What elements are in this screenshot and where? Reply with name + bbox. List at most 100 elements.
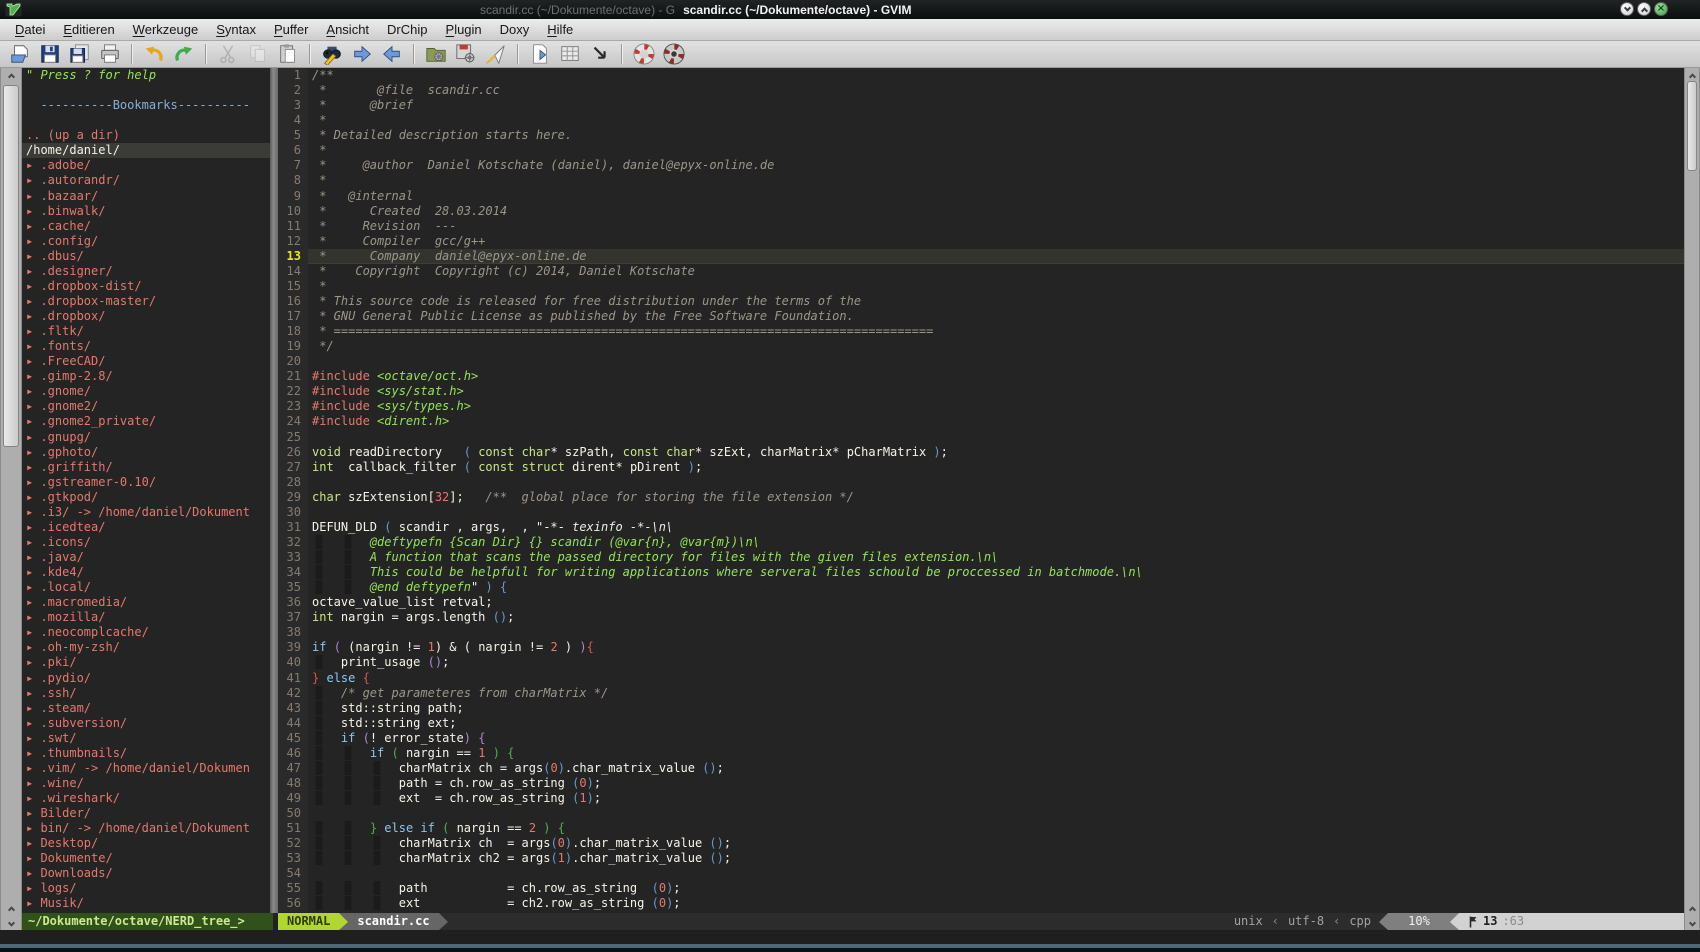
code-line[interactable]: 48 path = ch.row_as_string (0);	[278, 776, 1684, 791]
tree-item[interactable]: ▸ .thumbnails/	[22, 746, 270, 761]
code-line[interactable]: 21#include <octave/oct.h>	[278, 369, 1684, 384]
tree-item[interactable]: ▸ .gphoto/	[22, 445, 270, 460]
code-line[interactable]: 46 if ( nargin == 1 ) {	[278, 746, 1684, 761]
tree-item[interactable]: ▸ .neocomplcache/	[22, 625, 270, 640]
code-line[interactable]: 6 *	[278, 143, 1684, 158]
maximize-button[interactable]	[1637, 2, 1651, 16]
code-line[interactable]: 37int nargin = args.length ();	[278, 610, 1684, 625]
menu-puffer[interactable]: Puffer	[265, 20, 317, 39]
tree-item[interactable]: ▸ .gnome/	[22, 384, 270, 399]
code-line[interactable]: 47 charMatrix ch = args(0).char_matrix_v…	[278, 761, 1684, 776]
code-line[interactable]: 1/**	[278, 68, 1684, 83]
tree-item[interactable]: ▸ .fltk/	[22, 324, 270, 339]
find-prev-button[interactable]	[380, 42, 404, 66]
window-split-separator[interactable]	[270, 68, 278, 913]
menu-editieren[interactable]: Editieren	[54, 20, 123, 39]
tree-item[interactable]: ▸ .vim/ -> /home/daniel/Dokumen	[22, 761, 270, 776]
paste-button[interactable]	[276, 42, 300, 66]
copy-button[interactable]	[246, 42, 270, 66]
code-line[interactable]: 40 print_usage ();	[278, 655, 1684, 670]
tree-item[interactable]: ▸ .config/	[22, 234, 270, 249]
code-line[interactable]: 39if ( (nargin != 1) & ( nargin != 2 ) )…	[278, 640, 1684, 655]
tree-item[interactable]: ▸ Dokumente/	[22, 851, 270, 866]
tree-item[interactable]: ▸ .gstreamer-0.10/	[22, 475, 270, 490]
cut-button[interactable]	[216, 42, 240, 66]
tree-item[interactable]: ▸ Downloads/	[22, 866, 270, 881]
code-line[interactable]: 26void readDirectory ( const char* szPat…	[278, 445, 1684, 460]
editor-scrollbar-thumb[interactable]	[1687, 81, 1697, 171]
command-line[interactable]	[0, 930, 1700, 944]
code-line[interactable]: 31DEFUN_DLD ( scandir , args, , "-*- tex…	[278, 520, 1684, 535]
tree-item[interactable]: ▸ Bilder/	[22, 806, 270, 821]
code-line[interactable]: 44 std::string ext;	[278, 716, 1684, 731]
code-line[interactable]: 38	[278, 625, 1684, 640]
tree-item[interactable]: ▸ .pki/	[22, 655, 270, 670]
nerdtree-panel[interactable]: " Press ? for help ----------Bookmarks--…	[22, 68, 270, 913]
tree-item[interactable]: ▸ .designer/	[22, 264, 270, 279]
code-line[interactable]: 19 */	[278, 339, 1684, 354]
code-line[interactable]: 33 A function that scans the passed dire…	[278, 550, 1684, 565]
build-tags-button[interactable]	[558, 42, 582, 66]
open-button[interactable]	[8, 42, 32, 66]
code-line[interactable]: 42 /* get parameteres from charMatrix */	[278, 686, 1684, 701]
tree-item[interactable]: ▸ logs/	[22, 881, 270, 896]
find-next-button[interactable]	[350, 42, 374, 66]
save-button[interactable]	[38, 42, 62, 66]
code-line[interactable]: 41} else {	[278, 671, 1684, 686]
code-line[interactable]: 53 charMatrix ch2 = args(1).char_matrix_…	[278, 851, 1684, 866]
tree-updir-line[interactable]: .. (up a dir)	[22, 128, 270, 143]
code-line[interactable]: 51 } else if ( nargin == 2 ) {	[278, 821, 1684, 836]
tree-item[interactable]: ▸ .cache/	[22, 219, 270, 234]
tree-item[interactable]: ▸ .wine/	[22, 776, 270, 791]
tree-item[interactable]: ▸ .fonts/	[22, 339, 270, 354]
menu-drchip[interactable]: DrChip	[378, 20, 436, 39]
code-line[interactable]: 52 charMatrix ch = args(0).char_matrix_v…	[278, 836, 1684, 851]
code-line[interactable]: 25	[278, 430, 1684, 445]
tree-item[interactable]: ▸ .gtkpod/	[22, 490, 270, 505]
scroll-up-icon[interactable]	[1685, 901, 1699, 916]
tree-help-line[interactable]: " Press ? for help	[22, 68, 270, 83]
tree-item[interactable]: ▸ .i3/ -> /home/daniel/Dokument	[22, 505, 270, 520]
menu-plugin[interactable]: Plugin	[437, 20, 491, 39]
code-line[interactable]: 22#include <sys/stat.h>	[278, 384, 1684, 399]
code-line[interactable]: 9 * @internal	[278, 189, 1684, 204]
tree-item[interactable]: ▸ .dropbox-dist/	[22, 279, 270, 294]
tree-item[interactable]: ▸ .icedtea/	[22, 520, 270, 535]
code-line[interactable]: 56 ext = ch2.row_as_string (0);	[278, 896, 1684, 911]
titlebar[interactable]: scandir.cc (~/Dokumente/octave) - G scan…	[0, 0, 1700, 19]
code-line[interactable]: 50	[278, 806, 1684, 821]
menu-werkzeuge[interactable]: Werkzeuge	[124, 20, 208, 39]
nerdtree-scrollbar[interactable]	[0, 68, 22, 933]
code-line[interactable]: 27int callback_filter ( const struct dir…	[278, 460, 1684, 475]
find-help-button[interactable]	[662, 42, 686, 66]
menu-datei[interactable]: Datei	[6, 20, 54, 39]
code-line[interactable]: 34 This could be helpfull for writing ap…	[278, 565, 1684, 580]
code-line[interactable]: 7 * @author Daniel Kotschate (daniel), d…	[278, 158, 1684, 173]
code-line[interactable]: 10 * Created 28.03.2014	[278, 204, 1684, 219]
code-line[interactable]: 5 * Detailed description starts here.	[278, 128, 1684, 143]
menu-syntax[interactable]: Syntax	[207, 20, 265, 39]
code-line[interactable]: 35 @end deftypefn" ) {	[278, 580, 1684, 595]
code-line[interactable]: 18 * ===================================…	[278, 324, 1684, 339]
tree-item[interactable]: ▸ .gnome2_private/	[22, 414, 270, 429]
scroll-up-icon[interactable]	[1, 901, 21, 916]
tree-item[interactable]: ▸ .macromedia/	[22, 595, 270, 610]
tree-bookmark-line[interactable]: ----------Bookmarks----------	[22, 98, 270, 113]
tree-item[interactable]: ▸ bin/ -> /home/daniel/Dokument	[22, 821, 270, 836]
load-session-button[interactable]	[424, 42, 448, 66]
tree-item[interactable]: ▸ .mozilla/	[22, 610, 270, 625]
tree-item[interactable]: ▸ .gnome2/	[22, 399, 270, 414]
run-script-button[interactable]	[484, 42, 508, 66]
code-line[interactable]: 12 * Compiler gcc/g++	[278, 234, 1684, 249]
code-line[interactable]: 3 * @brief	[278, 98, 1684, 113]
tree-item[interactable]: ▸ .kde4/	[22, 565, 270, 580]
redo-button[interactable]	[172, 42, 196, 66]
tree-item[interactable]: ▸ .swt/	[22, 731, 270, 746]
tree-item[interactable]: ▸ .bazaar/	[22, 189, 270, 204]
tree-item[interactable]: ▸ .pydio/	[22, 671, 270, 686]
tree-item[interactable]: ▸ .steam/	[22, 701, 270, 716]
tree-item[interactable]: ▸ Desktop/	[22, 836, 270, 851]
tree-item[interactable]: ▸ .FreeCAD/	[22, 354, 270, 369]
close-button[interactable]: ×	[1654, 2, 1668, 16]
code-line[interactable]: 17 * GNU General Public License as publi…	[278, 309, 1684, 324]
